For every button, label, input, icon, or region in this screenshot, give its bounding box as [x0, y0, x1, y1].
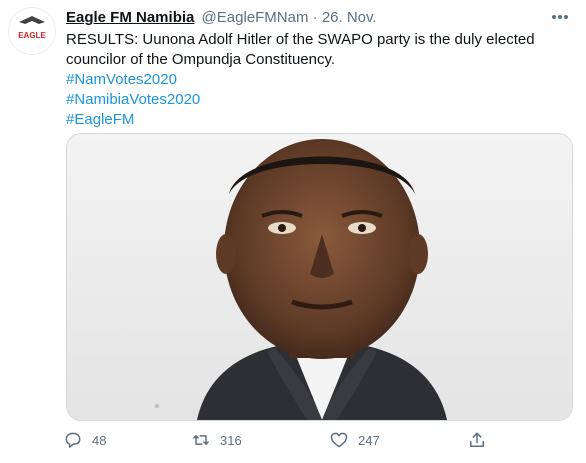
hashtag-link[interactable]: #EagleFM — [66, 110, 571, 130]
more-icon[interactable] — [550, 12, 570, 22]
retweet-count: 316 — [220, 432, 242, 448]
separator-dot: · — [312, 9, 318, 26]
retweet-button[interactable]: 316 — [191, 428, 242, 452]
tweet-text: RESULTS: Uunona Adolf Hitler of the SWAP… — [66, 30, 571, 130]
reply-button[interactable]: 48 — [63, 428, 106, 452]
tweet-text-line: RESULTS: Uunona Adolf Hitler of the SWAP… — [66, 31, 535, 68]
like-button[interactable]: 247 — [329, 428, 380, 452]
handle[interactable]: @EagleFMNam — [202, 9, 309, 26]
retweet-icon — [193, 435, 209, 445]
avatar-logo-text: EAGLE — [18, 31, 46, 40]
like-count: 247 — [358, 432, 380, 448]
tweet-header: Eagle FM Namibia @EagleFMNam · 26. Nov. — [66, 9, 377, 26]
reply-count: 48 — [92, 432, 107, 448]
timestamp[interactable]: 26. Nov. — [322, 9, 377, 26]
display-name[interactable]: Eagle FM Namibia — [66, 9, 194, 26]
share-button[interactable] — [467, 428, 487, 452]
share-icon — [470, 432, 484, 447]
heart-icon — [330, 432, 348, 448]
reply-icon — [65, 432, 81, 448]
tweet[interactable]: EAGLE Eagle FM Namibia @EagleFMNam · 26.… — [0, 0, 586, 463]
avatar[interactable]: EAGLE — [8, 7, 56, 55]
hashtag-link[interactable]: #NamVotes2020 — [66, 70, 571, 90]
tweet-actions: 48 316 247 — [63, 428, 493, 452]
tweet-photo[interactable] — [66, 133, 573, 421]
hashtag-link[interactable]: #NamibiaVotes2020 — [66, 90, 571, 110]
portrait-photo — [67, 134, 572, 420]
